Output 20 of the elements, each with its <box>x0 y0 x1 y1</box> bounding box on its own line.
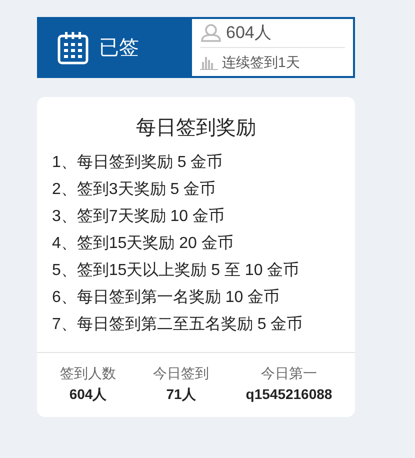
calendar-icon <box>57 30 89 64</box>
streak-text: 连续签到1天 <box>222 52 300 72</box>
stat-value: 604人 <box>68 385 108 404</box>
user-icon <box>200 24 222 42</box>
reward-rule: 5、签到15天以上奖励 5 至 10 金币 <box>51 260 300 281</box>
rewards-title: 每日签到奖励 <box>135 116 257 141</box>
stat-label: 今日签到 <box>152 364 210 383</box>
reward-rule: 4、签到15天奖励 20 金币 <box>51 234 234 254</box>
stat-value: q1545216088 <box>244 385 334 404</box>
bar-chart-icon <box>200 54 218 70</box>
reward-rule: 2、签到3天奖励 5 金币 <box>51 180 217 200</box>
reward-rule: 7、每日签到第二至五名奖励 5 金币 <box>51 314 304 335</box>
people-count: 604人 <box>226 22 272 44</box>
stat-value: 71人 <box>165 385 197 404</box>
stat-label: 签到人数 <box>59 364 117 383</box>
stat-label: 今日第一 <box>260 364 318 383</box>
signed-button[interactable]: 已签 <box>39 19 192 76</box>
reward-rule: 1、每日签到奖励 5 金币 <box>51 152 224 173</box>
reward-rule: 3、签到7天奖励 10 金币 <box>51 206 226 227</box>
reward-rule: 6、每日签到第一名奖励 10 金币 <box>51 288 281 308</box>
